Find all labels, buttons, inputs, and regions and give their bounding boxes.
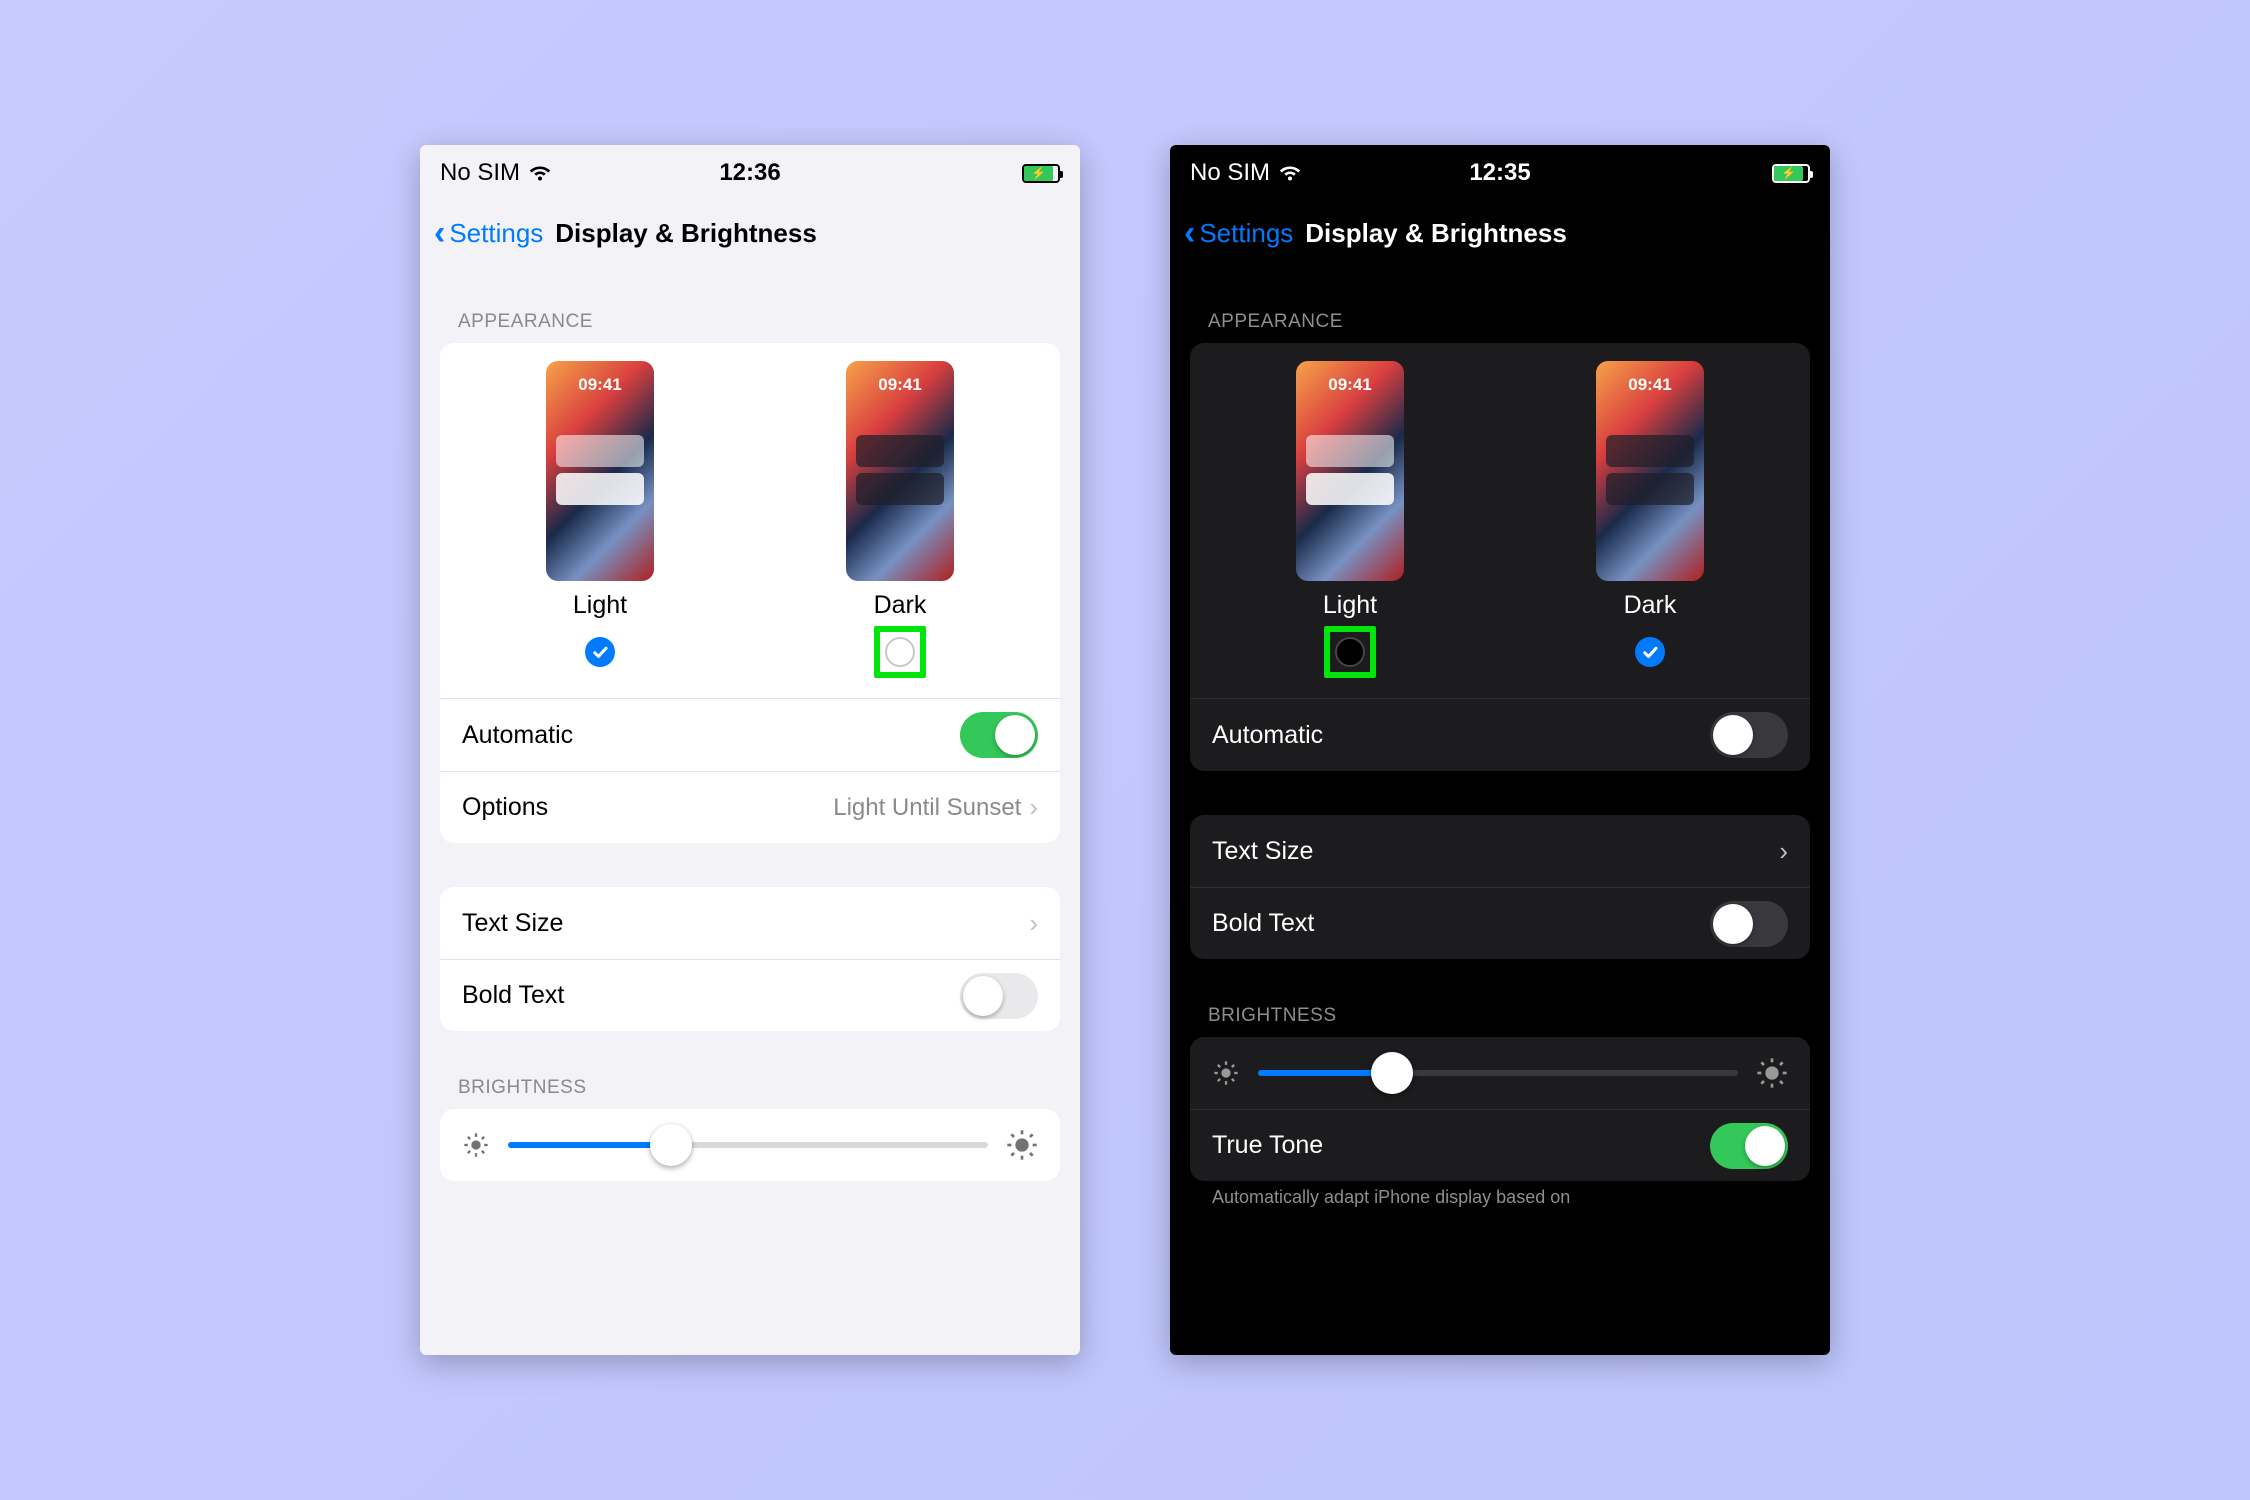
- text-size-label: Text Size: [462, 909, 563, 938]
- text-card: Text Size › Bold Text: [440, 887, 1060, 1031]
- back-button[interactable]: ‹ Settings: [434, 216, 543, 250]
- sun-small-icon: [1212, 1059, 1240, 1087]
- back-button[interactable]: ‹ Settings: [1184, 216, 1293, 250]
- light-preview: 09:41: [1296, 361, 1404, 581]
- carrier-label: No SIM: [440, 159, 520, 187]
- chevron-left-icon: ‹: [434, 216, 445, 250]
- chevron-right-icon: ›: [1029, 908, 1038, 939]
- options-value: Light Until Sunset: [833, 794, 1021, 822]
- appearance-option-dark[interactable]: 09:41 Dark: [846, 361, 954, 674]
- chevron-left-icon: ‹: [1184, 216, 1195, 250]
- brightness-section-label: BRIGHTNESS: [1208, 1005, 1792, 1027]
- nav-header: ‹ Settings Display & Brightness: [1170, 201, 1830, 265]
- text-size-row[interactable]: Text Size ›: [440, 887, 1060, 959]
- automatic-row: Automatic: [1190, 699, 1810, 771]
- automatic-label: Automatic: [1212, 721, 1323, 750]
- highlight-box: [874, 626, 926, 678]
- phone-light-mode: No SIM 12:36 ⚡ ‹ Settings Display & Brig…: [420, 145, 1080, 1355]
- options-row[interactable]: Options Light Until Sunset ›: [440, 771, 1060, 843]
- true-tone-row: True Tone: [1190, 1109, 1810, 1181]
- dark-label: Dark: [874, 591, 927, 620]
- highlight-box: [1324, 626, 1376, 678]
- true-tone-footer: Automatically adapt iPhone display based…: [1190, 1181, 1810, 1208]
- automatic-toggle[interactable]: [960, 712, 1038, 758]
- bold-text-toggle[interactable]: [960, 973, 1038, 1019]
- page-title: Display & Brightness: [555, 218, 817, 249]
- bold-text-row: Bold Text: [1190, 887, 1810, 959]
- automatic-toggle[interactable]: [1710, 712, 1788, 758]
- appearance-card: 09:41 Light 09:41 Dark: [440, 343, 1060, 843]
- bold-text-row: Bold Text: [440, 959, 1060, 1031]
- brightness-card: [440, 1109, 1060, 1181]
- brightness-slider[interactable]: [1258, 1070, 1738, 1076]
- text-size-row[interactable]: Text Size ›: [1190, 815, 1810, 887]
- bold-text-label: Bold Text: [1212, 909, 1314, 938]
- text-card: Text Size › Bold Text: [1190, 815, 1810, 959]
- phone-dark-mode: No SIM 12:35 ⚡ ‹ Settings Display & Brig…: [1170, 145, 1830, 1355]
- light-label: Light: [573, 591, 627, 620]
- true-tone-label: True Tone: [1212, 1131, 1323, 1160]
- dark-label: Dark: [1624, 591, 1677, 620]
- status-time: 12:36: [647, 159, 854, 187]
- chevron-right-icon: ›: [1779, 836, 1788, 867]
- battery-icon: ⚡: [1022, 164, 1060, 183]
- page-title: Display & Brightness: [1305, 218, 1567, 249]
- light-label: Light: [1323, 591, 1377, 620]
- carrier-label: No SIM: [1190, 159, 1270, 187]
- text-size-label: Text Size: [1212, 837, 1313, 866]
- appearance-section-label: APPEARANCE: [458, 311, 1042, 333]
- back-label: Settings: [449, 218, 543, 249]
- chevron-right-icon: ›: [1029, 792, 1038, 823]
- appearance-option-light[interactable]: 09:41 Light: [546, 361, 654, 674]
- appearance-option-light[interactable]: 09:41 Light: [1296, 361, 1404, 674]
- status-time: 12:35: [1397, 159, 1604, 187]
- nav-header: ‹ Settings Display & Brightness: [420, 201, 1080, 265]
- automatic-label: Automatic: [462, 721, 573, 750]
- wifi-icon: [528, 158, 552, 189]
- options-label: Options: [462, 793, 548, 822]
- status-bar: No SIM 12:35 ⚡: [1170, 145, 1830, 201]
- wifi-icon: [1278, 158, 1302, 189]
- true-tone-toggle[interactable]: [1710, 1123, 1788, 1169]
- dark-radio[interactable]: [1635, 637, 1665, 667]
- back-label: Settings: [1199, 218, 1293, 249]
- battery-icon: ⚡: [1772, 164, 1810, 183]
- brightness-card: True Tone: [1190, 1037, 1810, 1181]
- status-bar: No SIM 12:36 ⚡: [420, 145, 1080, 201]
- dark-preview: 09:41: [846, 361, 954, 581]
- bold-text-label: Bold Text: [462, 981, 564, 1010]
- appearance-option-dark[interactable]: 09:41 Dark: [1596, 361, 1704, 674]
- light-preview: 09:41: [546, 361, 654, 581]
- sun-small-icon: [462, 1131, 490, 1159]
- brightness-slider[interactable]: [508, 1142, 988, 1148]
- sun-large-icon: [1006, 1129, 1038, 1161]
- appearance-card: 09:41 Light 09:41 Dark: [1190, 343, 1810, 771]
- light-radio[interactable]: [585, 637, 615, 667]
- automatic-row: Automatic: [440, 699, 1060, 771]
- appearance-section-label: APPEARANCE: [1208, 311, 1792, 333]
- brightness-section-label: BRIGHTNESS: [458, 1077, 1042, 1099]
- bold-text-toggle[interactable]: [1710, 901, 1788, 947]
- sun-large-icon: [1756, 1057, 1788, 1089]
- dark-preview: 09:41: [1596, 361, 1704, 581]
